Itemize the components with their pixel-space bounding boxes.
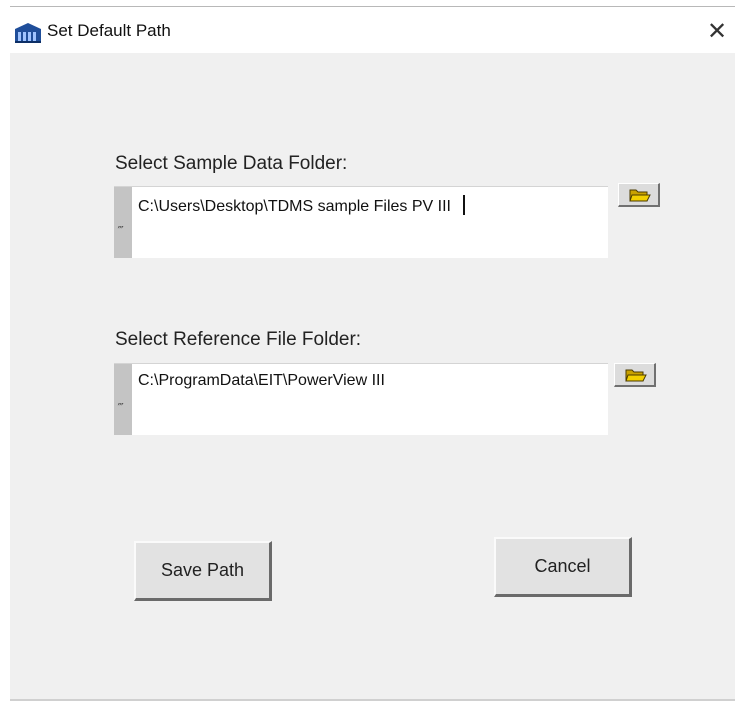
sample-folder-value: C:\Users\Desktop\TDMS sample Files PV II… [138, 198, 451, 215]
close-icon: ✕ [706, 17, 728, 45]
path-link-icon: ‴ [117, 224, 125, 238]
sample-folder-input[interactable]: C:\Users\Desktop\TDMS sample Files PV II… [138, 195, 598, 219]
reference-folder-value: C:\ProgramData\EIT\PowerView III [138, 372, 385, 389]
title-bar[interactable]: Set Default Path ✕ [10, 7, 735, 53]
folder-open-icon [629, 189, 651, 202]
app-building-icon [14, 22, 42, 44]
window-title: Set Default Path [47, 21, 171, 40]
text-cursor [462, 195, 465, 215]
path-link-icon: ‴ [117, 401, 125, 415]
path-type-handle[interactable]: ‴ [114, 364, 132, 435]
reference-folder-label: Select Reference File Folder: [115, 329, 362, 350]
folder-open-icon [625, 369, 647, 382]
reference-folder-path-control[interactable]: ‴ C:\ProgramData\EIT\PowerView III [114, 363, 608, 435]
sample-folder-label: Select Sample Data Folder: [115, 153, 348, 174]
close-button[interactable]: ✕ [703, 17, 731, 45]
reference-folder-input[interactable]: C:\ProgramData\EIT\PowerView III [138, 372, 598, 396]
dialog-window: Set Default Path ✕ Select Sample Data Fo… [0, 0, 735, 702]
sample-folder-path-control[interactable]: ‴ C:\Users\Desktop\TDMS sample Files PV … [114, 186, 608, 258]
window-bottom-border [10, 699, 735, 701]
dialog-body: Select Sample Data Folder: ‴ C:\Users\De… [10, 53, 735, 699]
save-path-button[interactable]: Save Path [134, 541, 272, 601]
sample-folder-browse-button[interactable] [618, 183, 660, 207]
reference-folder-browse-button[interactable] [614, 363, 656, 387]
cancel-button[interactable]: Cancel [494, 537, 632, 597]
path-type-handle[interactable]: ‴ [114, 187, 132, 258]
